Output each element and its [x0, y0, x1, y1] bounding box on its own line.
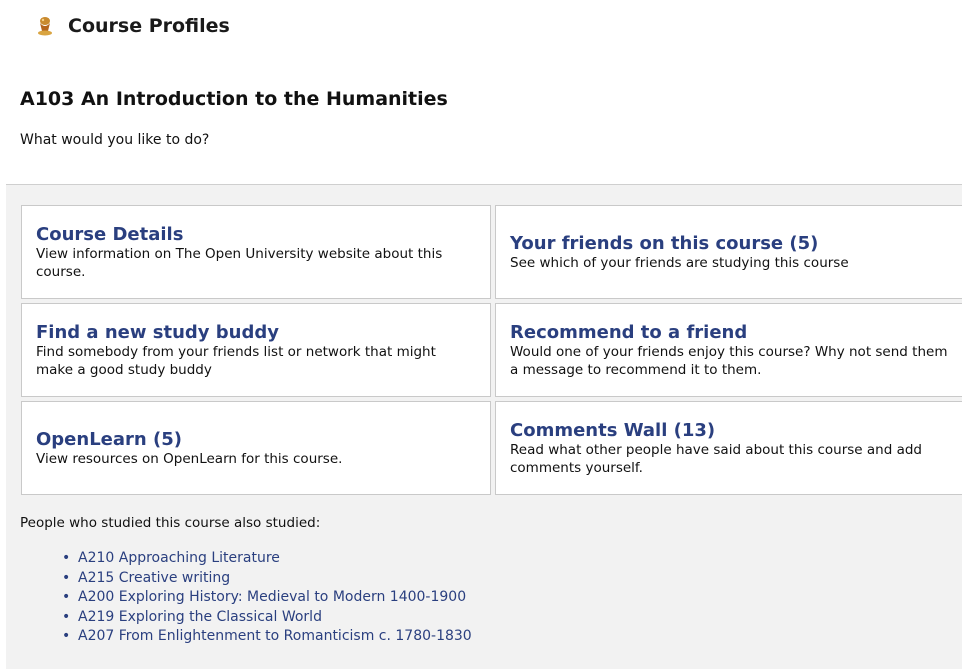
list-item: • A210 Approaching Literature [62, 549, 472, 569]
options-grid: Course Details View information on The O… [21, 205, 962, 495]
comments-wall-description: Read what other people have said about t… [510, 441, 922, 476]
comments-wall-card[interactable]: Comments Wall (13) Read what other peopl… [495, 401, 962, 495]
list-item: • A215 Creative writing [62, 569, 472, 589]
bullet-icon: • [62, 550, 71, 566]
also-studied-link[interactable]: A215 Creative writing [78, 570, 230, 586]
course-details-link[interactable]: Course Details [36, 224, 476, 245]
bullet-icon: • [62, 608, 71, 625]
also-studied-link[interactable]: A200 Exploring History: Medieval to Mode… [78, 589, 466, 605]
friends-on-course-link[interactable]: Your friends on this course (5) [510, 233, 950, 254]
list-item: • A200 Exploring History: Medieval to Mo… [62, 588, 472, 608]
list-item: • A207 From Enlightenment to Romanticism… [62, 627, 472, 647]
bullet-icon: • [62, 589, 71, 605]
course-profiles-icon [34, 15, 56, 37]
openlearn-description: View resources on OpenLearn for this cou… [36, 450, 343, 467]
course-question: What would you like to do? [20, 132, 210, 148]
also-studied-list: • A210 Approaching Literature • A215 Cre… [62, 549, 472, 647]
recommend-link[interactable]: Recommend to a friend [510, 322, 950, 343]
also-studied-link[interactable]: A210 Approaching Literature [78, 550, 280, 566]
course-details-card[interactable]: Course Details View information on The O… [21, 205, 491, 299]
list-item: • A219 Exploring the Classical World [62, 608, 472, 628]
also-studied-link[interactable]: A219 Exploring the Classical World [78, 609, 322, 625]
openlearn-card[interactable]: OpenLearn (5) View resources on OpenLear… [21, 401, 491, 495]
options-panel: Course Details View information on The O… [6, 184, 962, 669]
app-title: Course Profiles [68, 15, 230, 37]
openlearn-link[interactable]: OpenLearn (5) [36, 429, 476, 450]
also-studied-link[interactable]: A207 From Enlightenment to Romanticism c… [78, 628, 472, 644]
bullet-icon: • [62, 628, 71, 644]
study-buddy-link[interactable]: Find a new study buddy [36, 322, 476, 343]
study-buddy-description: Find somebody from your friends list or … [36, 343, 436, 378]
bullet-icon: • [62, 569, 71, 586]
also-studied-heading: People who studied this course also stud… [20, 515, 321, 531]
recommend-description: Would one of your friends enjoy this cou… [510, 343, 948, 378]
friends-on-course-description: See which of your friends are studying t… [510, 254, 849, 271]
recommend-card[interactable]: Recommend to a friend Would one of your … [495, 303, 962, 397]
friends-on-course-card[interactable]: Your friends on this course (5) See whic… [495, 205, 962, 299]
course-title: A103 An Introduction to the Humanities [20, 88, 448, 110]
study-buddy-card[interactable]: Find a new study buddy Find somebody fro… [21, 303, 491, 397]
app-header: Course Profiles [34, 13, 230, 39]
course-details-description: View information on The Open University … [36, 245, 443, 280]
comments-wall-link[interactable]: Comments Wall (13) [510, 420, 950, 441]
